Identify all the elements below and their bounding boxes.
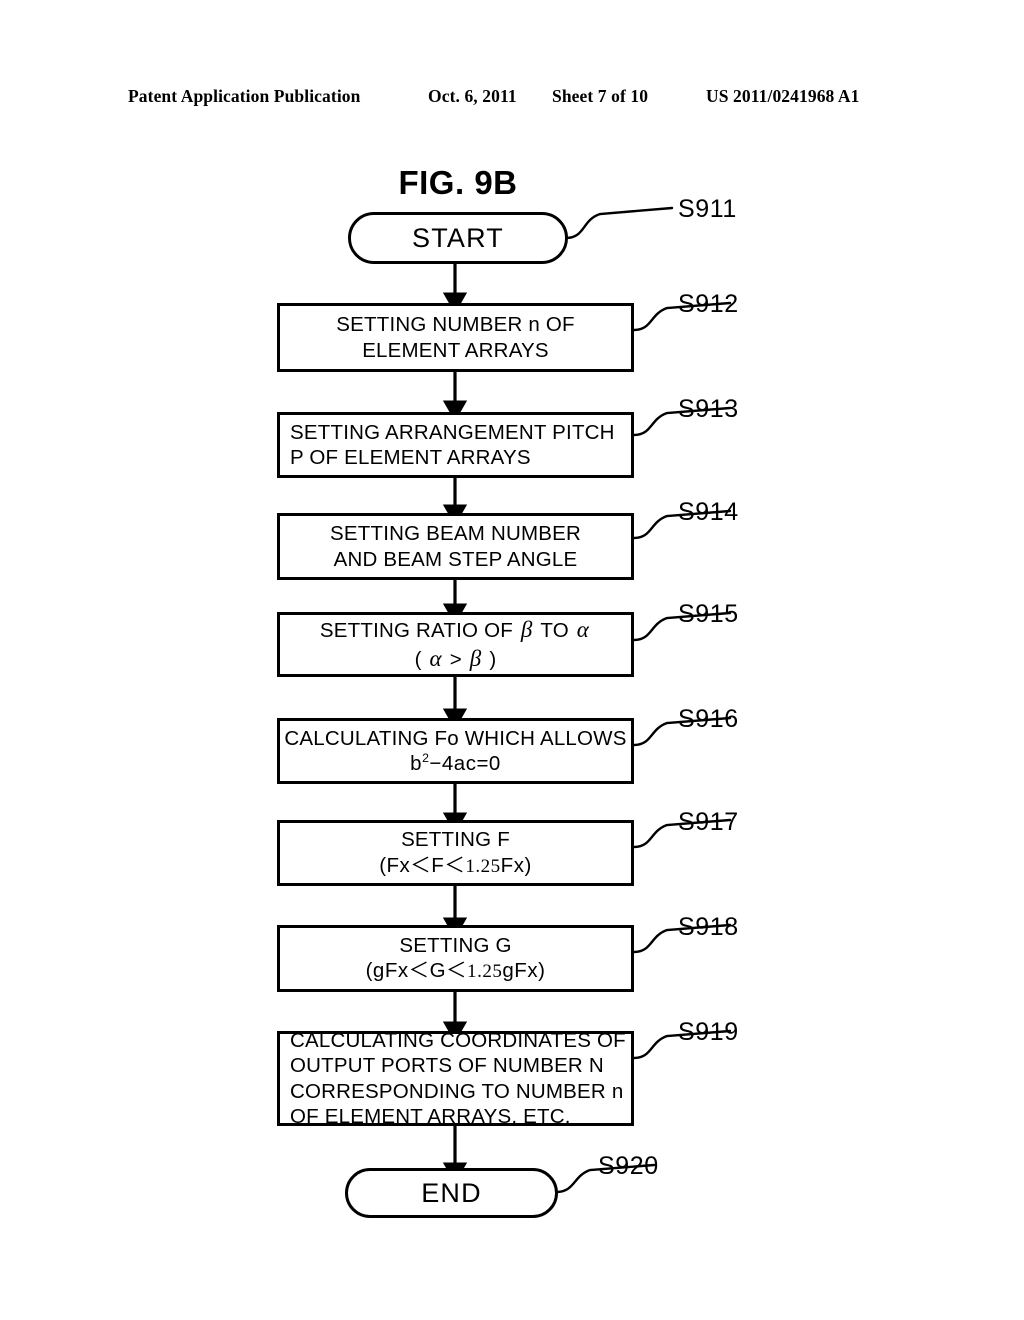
flow-node-S914-line-0: SETTING BEAM NUMBER <box>330 522 581 546</box>
step-label-S917: S917 <box>678 808 739 836</box>
step-label-S915: S915 <box>678 600 739 628</box>
flow-node-S917-line-1: (Fx＜F＜1.25Fx) <box>379 853 532 877</box>
flow-node-S918-line-0: SETTING G <box>399 933 512 957</box>
flowchart-diagram: START S911 SETTING NUMBER n OF ELEMENT A… <box>0 0 1024 1320</box>
flow-node-S920-end[interactable]: END <box>345 1168 558 1218</box>
flow-node-S912-line-0: SETTING NUMBER n OF <box>336 313 575 337</box>
step-label-S920: S920 <box>598 1152 659 1180</box>
step-label-S911: S911 <box>678 195 737 223</box>
flow-node-S911-line-0: START <box>411 222 504 253</box>
flow-node-S913[interactable]: SETTING ARRANGEMENT PITCH P OF ELEMENT A… <box>277 412 634 478</box>
step-label-S918: S918 <box>678 913 739 941</box>
step-label-S919: S919 <box>678 1018 739 1046</box>
flow-node-S914-line-1: AND BEAM STEP ANGLE <box>333 547 578 571</box>
flow-node-S913-line-0: SETTING ARRANGEMENT PITCH <box>290 420 615 444</box>
step-label-S916: S916 <box>678 705 739 733</box>
step-label-S913: S913 <box>678 395 739 423</box>
flow-node-S918[interactable]: SETTING G (gFx＜G＜1.25gFx) <box>277 925 634 992</box>
flow-node-S912[interactable]: SETTING NUMBER n OF ELEMENT ARRAYS <box>277 303 634 372</box>
flow-node-S916-line-1: b2−4ac=0 <box>410 751 501 775</box>
flow-node-S914[interactable]: SETTING BEAM NUMBER AND BEAM STEP ANGLE <box>277 513 634 580</box>
step-label-S914: S914 <box>678 498 739 526</box>
flow-node-S919-line-2: CORRESPONDING TO NUMBER n <box>290 1079 624 1103</box>
flow-node-S913-line-1: P OF ELEMENT ARRAYS <box>290 446 531 469</box>
flow-node-S915-line-1: ( α > β ) <box>414 645 497 671</box>
flow-node-S919[interactable]: CALCULATING COORDINATES OF OUTPUT PORTS … <box>277 1028 634 1128</box>
flow-node-S919-line-0: CALCULATING COORDINATES OF <box>290 1028 626 1052</box>
flow-node-S919-line-1: OUTPUT PORTS OF NUMBER N <box>290 1054 604 1078</box>
flow-node-S918-line-1: (gFx＜G＜1.25gFx) <box>365 959 546 983</box>
flow-node-S919-line-3: OF ELEMENT ARRAYS, ETC. <box>290 1104 571 1128</box>
flow-node-S916[interactable]: CALCULATING Fo WHICH ALLOWS b2−4ac=0 <box>277 718 634 784</box>
flow-node-S916-line-0: CALCULATING Fo WHICH ALLOWS <box>284 726 627 750</box>
flow-node-S915-line-0: SETTING RATIO OF β TO α <box>319 616 590 642</box>
flow-node-S917[interactable]: SETTING F (Fx＜F＜1.25Fx) <box>277 820 634 886</box>
flow-node-S920-line-0: END <box>421 1177 482 1208</box>
step-label-S912: S912 <box>678 290 739 318</box>
flow-node-S912-line-1: ELEMENT ARRAYS <box>362 338 549 362</box>
flow-node-S917-line-0: SETTING F <box>401 828 510 852</box>
flow-node-S915[interactable]: SETTING RATIO OF β TO α ( α > β ) <box>277 612 634 677</box>
flow-node-S911-start[interactable]: START <box>348 212 568 264</box>
